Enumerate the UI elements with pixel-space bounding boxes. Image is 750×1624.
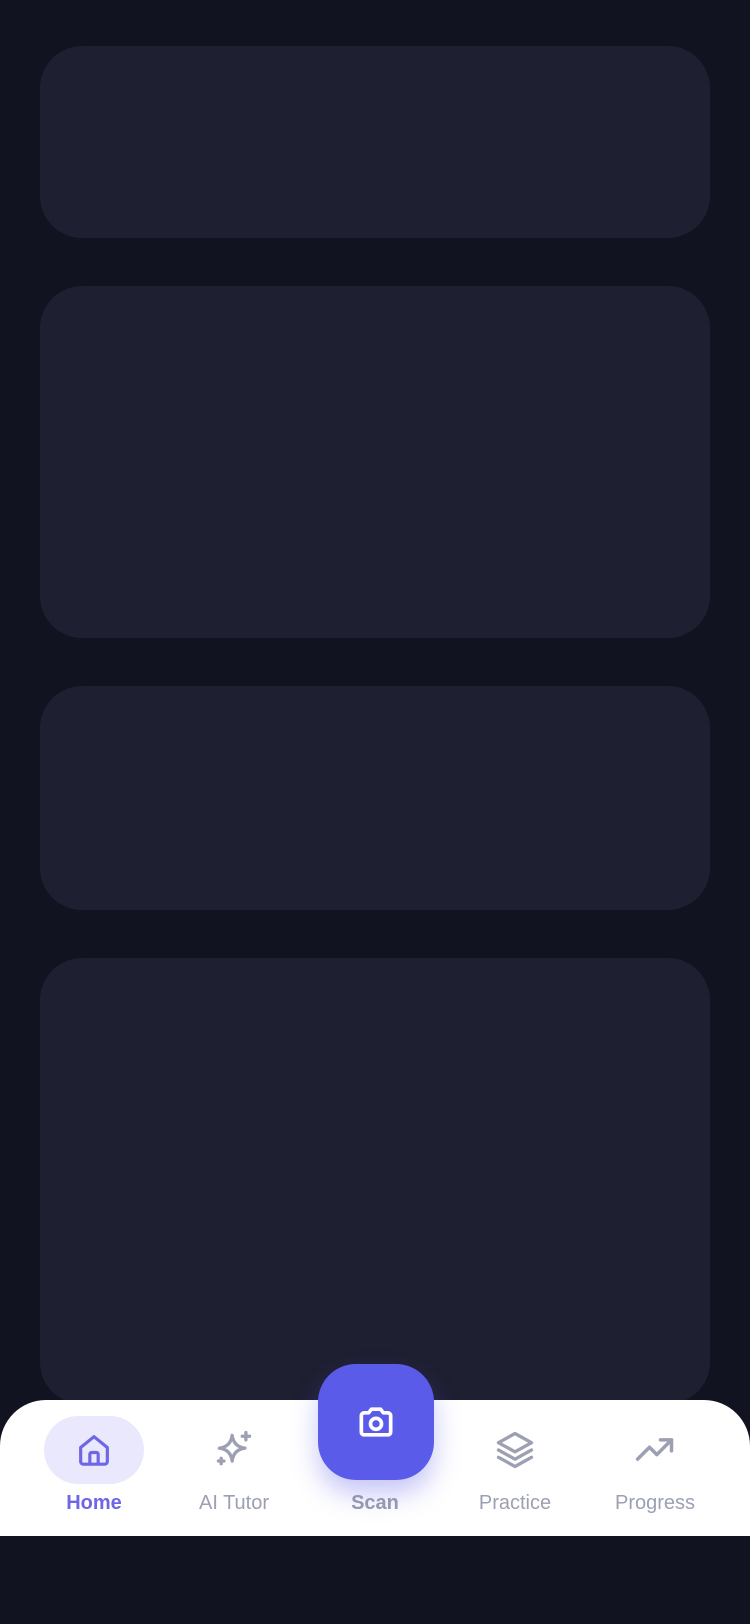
sparkles-icon [212,1428,256,1472]
tab-ai-tutor-label: AI Tutor [198,1492,270,1514]
camera-icon [354,1400,398,1444]
tab-progress[interactable]: Progress [585,1400,725,1536]
content-card-2 [40,286,710,638]
trending-up-icon [633,1428,677,1472]
tab-practice[interactable]: Practice [445,1400,585,1536]
home-tab-highlight [44,1416,144,1484]
app-screen: Home AI Tutor Scan Practice Progress [0,0,750,1624]
tab-scan-label: Scan [351,1492,399,1514]
home-icon [74,1430,114,1470]
content-card-4 [40,958,710,1404]
content-card-3 [40,686,710,910]
tab-home[interactable]: Home [24,1400,164,1536]
tab-ai-tutor[interactable]: AI Tutor [164,1400,304,1536]
tab-practice-label: Practice [478,1492,552,1514]
scan-button[interactable] [318,1364,434,1480]
layers-icon [493,1428,537,1472]
tab-progress-label: Progress [614,1492,696,1514]
content-card-1 [40,46,710,238]
tab-home-label: Home [66,1492,122,1514]
